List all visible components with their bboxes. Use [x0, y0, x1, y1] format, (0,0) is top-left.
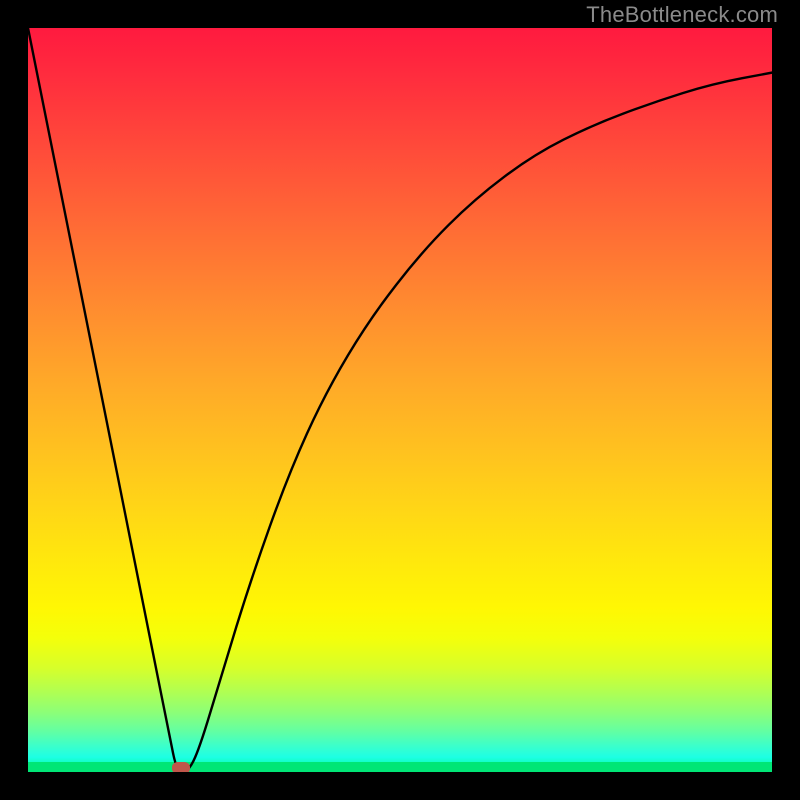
curve-layer: [28, 28, 772, 772]
watermark-text: TheBottleneck.com: [586, 2, 778, 28]
optimum-marker: [172, 762, 190, 772]
plot-area: [28, 28, 772, 772]
bottleneck-curve: [28, 28, 772, 772]
chart-frame: TheBottleneck.com: [0, 0, 800, 800]
